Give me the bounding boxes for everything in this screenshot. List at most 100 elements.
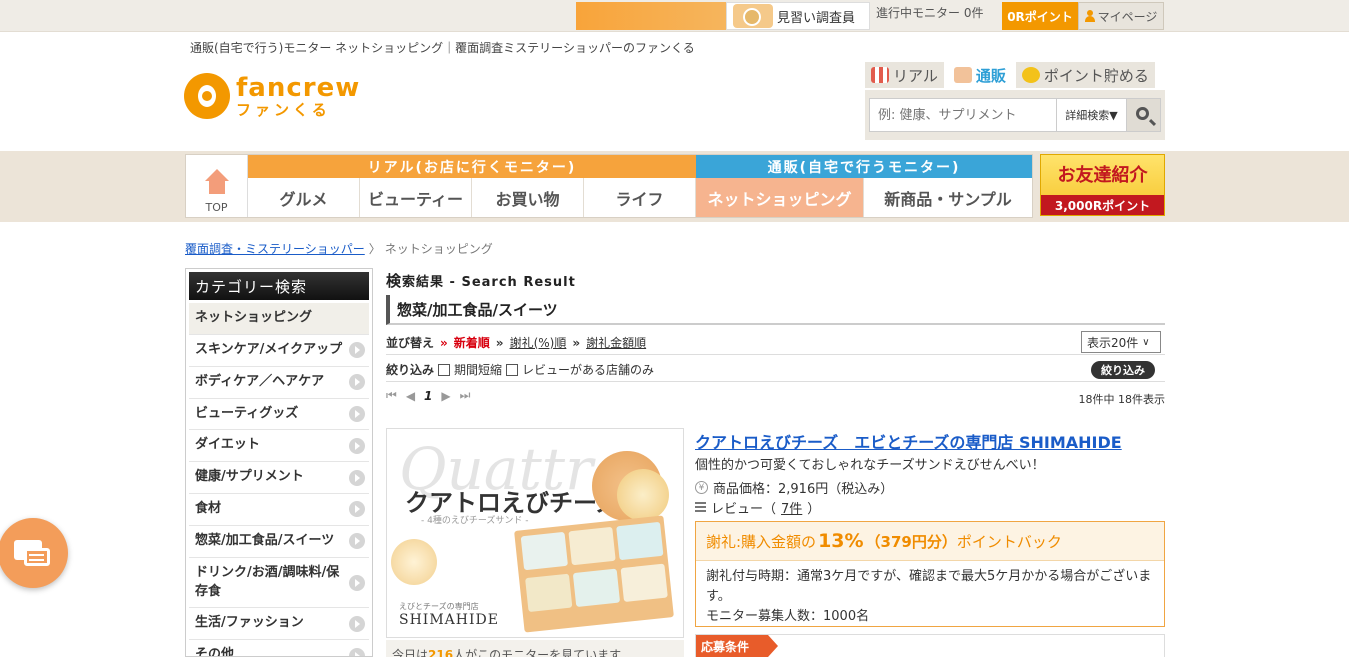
top-bar: 見習い調査員 進行中モニター 0件 0Rポイント マイページ (0, 0, 1349, 32)
product-title-link[interactable]: クアトロえびチーズ エビとチーズの専門店 SHIMAHIDE (695, 429, 1122, 453)
sidebar-item[interactable]: 健康/サプリメント (189, 462, 369, 495)
product-review: レビュー（ 7件） (695, 498, 820, 517)
chat-button[interactable] (0, 518, 68, 588)
tab-online[interactable]: 通販 (947, 62, 1012, 88)
tab-earn-points[interactable]: ポイント貯める (1015, 62, 1155, 88)
sidebar-item[interactable]: スキンケア/メイクアップ (189, 335, 369, 367)
package-icon (953, 67, 972, 83)
arrow-right-icon (349, 342, 365, 359)
filter-short-label: 期間短縮 (454, 363, 503, 377)
image-sub-text: - 4種のえびチーズサンド - (421, 516, 529, 526)
nav-item-gourmet[interactable]: グルメ (248, 178, 360, 217)
nav-item-net-shopping[interactable]: ネットショッピング (696, 178, 864, 217)
prev-page-icon[interactable]: ◀ (406, 389, 415, 403)
sidebar-title: カテゴリー検索 (189, 272, 369, 300)
conditions-section: 応募条件 (695, 634, 1165, 657)
shop-icon (871, 67, 889, 83)
search-icon (1136, 107, 1149, 120)
user-rank[interactable]: 見習い調査員 (726, 2, 870, 30)
viewers-note: 今日は216人がこのモニターを見ています (386, 640, 684, 657)
filter-button[interactable]: 絞り込み (1091, 361, 1155, 379)
promo-points: 3,000Rポイント (1041, 195, 1164, 215)
sidebar-item[interactable]: 惣菜/加工食品/スイーツ (189, 526, 369, 558)
category-sidebar: カテゴリー検索 ネットショッピング スキンケア/メイクアップ ボディケア／ヘアケ… (185, 268, 373, 657)
filter-review-checkbox[interactable] (506, 363, 519, 376)
search-input[interactable] (869, 98, 1057, 132)
sidebar-item[interactable]: ボディケア／ヘアケア (189, 367, 369, 399)
arrow-right-icon (349, 501, 365, 518)
chevron-right-icon: » (495, 335, 504, 350)
box-image (514, 515, 674, 633)
page: 見習い調査員 進行中モニター 0件 0Rポイント マイページ 通販(自宅で行う)… (0, 0, 1349, 657)
person-icon (1084, 10, 1095, 22)
list-icon (695, 502, 706, 513)
filter-short-checkbox[interactable] (438, 363, 451, 376)
nav-top[interactable]: TOP (186, 155, 248, 217)
arrow-right-icon (349, 533, 365, 550)
sidebar-item[interactable]: ドリンク/お酒/調味料/保存食 (189, 558, 369, 609)
arrow-right-icon (349, 437, 365, 454)
search-button[interactable] (1127, 98, 1161, 132)
mypage-button[interactable]: マイページ (1078, 2, 1164, 30)
sort-label: 並び替え (386, 336, 435, 350)
pagination: ⏮ ◀ 1 ▶ ⏭ (386, 388, 470, 403)
current-page: 1 (424, 388, 433, 403)
home-icon (204, 169, 229, 195)
last-page-icon[interactable]: ⏭ (460, 388, 471, 403)
friend-referral-banner[interactable]: お友達紹介 3,000Rポイント (1040, 154, 1165, 216)
sidebar-item-current[interactable]: ネットショッピング (189, 303, 369, 335)
product-description: 個性的かつ可愛くておしゃれなチーズサンドえびせんべい！ (695, 458, 1045, 473)
sort-newest[interactable]: 新着順 (454, 334, 490, 351)
arrow-right-icon (349, 405, 365, 422)
sidebar-item[interactable]: 生活/ファッション (189, 608, 369, 641)
cracker-image (617, 469, 669, 521)
points-badge[interactable]: 0Rポイント (1002, 2, 1078, 30)
breadcrumb-current: ネットショッピング (384, 242, 493, 256)
nav-header-real: リアル(お店に行くモニター) (248, 155, 696, 178)
nav-item-life[interactable]: ライフ (584, 178, 696, 217)
arrow-right-icon (349, 469, 365, 486)
cracker-image (391, 539, 437, 585)
per-page-select[interactable]: 表示20件 ∨ (1081, 331, 1161, 353)
user-rank-label: 見習い調査員 (777, 10, 856, 26)
sidebar-item[interactable]: ビューティグッズ (189, 399, 369, 431)
nav-item-new-products[interactable]: 新商品・サンプル (864, 178, 1032, 217)
filter-label: 絞り込み (386, 363, 435, 377)
product-image[interactable]: Quattro クアトロえびチーズ - 4種のえびチーズサンド - えびとチーズ… (386, 428, 684, 638)
next-page-icon[interactable]: ▶ (441, 389, 450, 403)
arrow-right-icon (349, 374, 365, 391)
conditions-tag: 応募条件 (696, 635, 778, 657)
sidebar-item[interactable]: ダイエット (189, 430, 369, 463)
filter-review-label: レビューがある店舗のみ (522, 363, 655, 377)
first-page-icon[interactable]: ⏮ (386, 388, 397, 403)
nav-header-online: 通販(自宅で行うモニター) (696, 155, 1032, 178)
site-logo[interactable]: fancrew ファンくる (184, 73, 360, 119)
monitoring-count[interactable]: 進行中モニター 0件 (876, 4, 983, 21)
breadcrumb-separator: 〉 (368, 242, 381, 256)
logo-text-en: fancrew (236, 72, 361, 103)
top-bar-banner (576, 2, 726, 30)
sidebar-item[interactable]: その他 (189, 640, 369, 656)
sidebar-item[interactable]: 食材 (189, 494, 369, 526)
search-box: 詳細検索▼ (865, 90, 1165, 140)
review-count-link[interactable]: 7件 (781, 498, 802, 517)
reward-amount: （379円分） (865, 532, 957, 551)
chevron-right-icon: » (440, 335, 448, 350)
product-price: ¥ 商品価格：2,916円（税込み） (695, 478, 893, 497)
tab-real[interactable]: リアル (865, 62, 944, 88)
breadcrumb: 覆面調査・ミステリーショッパー 〉 ネットショッピング (185, 240, 493, 257)
breadcrumb-home[interactable]: 覆面調査・ミステリーショッパー (185, 240, 365, 257)
nav-item-shopping[interactable]: お買い物 (472, 178, 584, 217)
nav-item-beauty[interactable]: ビューティー (360, 178, 472, 217)
mypage-label: マイページ (1097, 9, 1158, 24)
arrow-right-icon (349, 647, 365, 656)
sort-reward-amount[interactable]: 謝礼金額順 (586, 334, 646, 351)
sort-row: 並び替え » 新着順 » 謝礼(%)順 » 謝礼金額順 表示20件 ∨ (386, 331, 1165, 355)
main-nav: TOP リアル(お店に行くモニター) グルメ ビューティー お買い物 ライフ 通… (185, 154, 1033, 218)
advanced-search-button[interactable]: 詳細検索▼ (1057, 98, 1127, 132)
coin-icon (1021, 67, 1040, 83)
chevron-right-icon: » (572, 335, 581, 350)
arrow-right-icon (349, 615, 365, 632)
sort-reward-percent[interactable]: 謝礼(%)順 (510, 334, 567, 351)
recruit-count: モニター募集人数：1000名 (706, 609, 870, 625)
